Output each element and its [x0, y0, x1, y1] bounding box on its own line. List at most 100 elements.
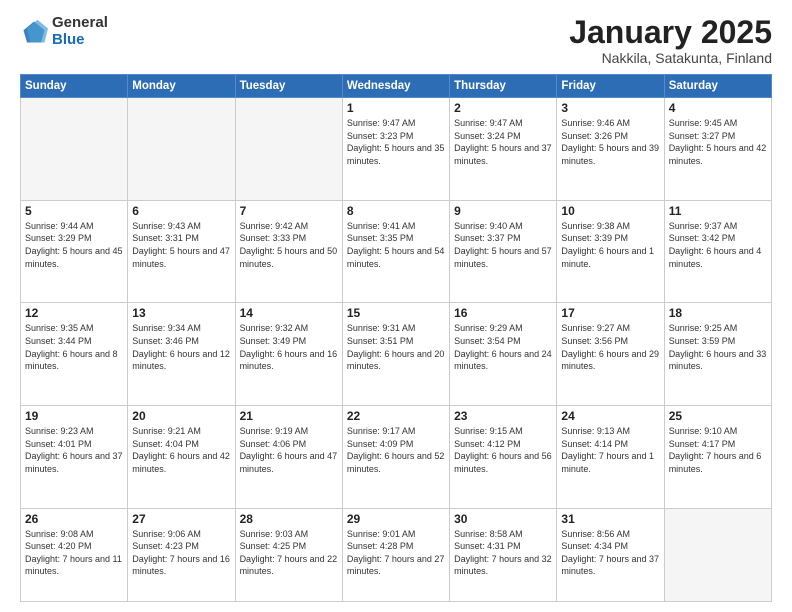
header-monday: Monday — [128, 75, 235, 98]
day-info: Sunrise: 9:13 AM Sunset: 4:14 PM Dayligh… — [561, 425, 659, 475]
day-number: 5 — [25, 204, 123, 218]
day-number: 30 — [454, 512, 552, 526]
day-number: 21 — [240, 409, 338, 423]
day-info: Sunrise: 9:42 AM Sunset: 3:33 PM Dayligh… — [240, 220, 338, 270]
day-number: 24 — [561, 409, 659, 423]
day-info: Sunrise: 9:27 AM Sunset: 3:56 PM Dayligh… — [561, 322, 659, 372]
day-number: 31 — [561, 512, 659, 526]
logo-icon — [20, 18, 48, 46]
day-info: Sunrise: 9:46 AM Sunset: 3:26 PM Dayligh… — [561, 117, 659, 167]
weekday-header-row: Sunday Monday Tuesday Wednesday Thursday… — [21, 75, 772, 98]
table-row: 19 Sunrise: 9:23 AM Sunset: 4:01 PM Dayli… — [21, 406, 128, 509]
location-subtitle: Nakkila, Satakunta, Finland — [569, 50, 772, 66]
page: General Blue January 2025 Nakkila, Satak… — [0, 0, 792, 612]
day-info: Sunrise: 9:47 AM Sunset: 3:24 PM Dayligh… — [454, 117, 552, 167]
table-row: 14 Sunrise: 9:32 AM Sunset: 3:49 PM Dayli… — [235, 303, 342, 406]
day-number: 17 — [561, 306, 659, 320]
day-info: Sunrise: 9:34 AM Sunset: 3:46 PM Dayligh… — [132, 322, 230, 372]
table-row: 20Sunrise: 9:21 AM Sunset: 4:04 PM Dayli… — [128, 406, 235, 509]
table-row: 3 Sunrise: 9:46 AM Sunset: 3:26 PM Daylig… — [557, 98, 664, 201]
day-info: Sunrise: 9:45 AM Sunset: 3:27 PM Dayligh… — [669, 117, 767, 167]
table-row: 12Sunrise: 9:35 AM Sunset: 3:44 PM Dayli… — [21, 303, 128, 406]
table-row — [21, 98, 128, 201]
day-number: 18 — [669, 306, 767, 320]
table-row: 13 Sunrise: 9:34 AM Sunset: 3:46 PM Dayli… — [128, 303, 235, 406]
table-row: 16 Sunrise: 9:29 AM Sunset: 3:54 PM Dayli… — [450, 303, 557, 406]
table-row: 21 Sunrise: 9:19 AM Sunset: 4:06 PM Dayli… — [235, 406, 342, 509]
table-row: 23 Sunrise: 9:15 AM Sunset: 4:12 PM Dayli… — [450, 406, 557, 509]
table-row: 1Sunrise: 9:47 AM Sunset: 3:23 PM Daylig… — [342, 98, 449, 201]
month-title: January 2025 — [569, 15, 772, 50]
logo-text: General Blue — [52, 15, 108, 48]
header-sunday: Sunday — [21, 75, 128, 98]
day-number: 9 — [454, 204, 552, 218]
table-row: 4 Sunrise: 9:45 AM Sunset: 3:27 PM Daylig… — [664, 98, 771, 201]
day-info: Sunrise: 9:17 AM Sunset: 4:09 PM Dayligh… — [347, 425, 445, 475]
table-row: 27 Sunrise: 9:06 AM Sunset: 4:23 PM Dayli… — [128, 508, 235, 601]
day-info: Sunrise: 9:23 AM Sunset: 4:01 PM Dayligh… — [25, 425, 123, 475]
header-saturday: Saturday — [664, 75, 771, 98]
day-info: Sunrise: 9:40 AM Sunset: 3:37 PM Dayligh… — [454, 220, 552, 270]
header-tuesday: Tuesday — [235, 75, 342, 98]
day-info: Sunrise: 9:31 AM Sunset: 3:51 PM Dayligh… — [347, 322, 445, 372]
table-row: 18 Sunrise: 9:25 AM Sunset: 3:59 PM Dayli… — [664, 303, 771, 406]
table-row — [235, 98, 342, 201]
day-number: 19 — [25, 409, 123, 423]
day-number: 15 — [347, 306, 445, 320]
table-row: 7 Sunrise: 9:42 AM Sunset: 3:33 PM Daylig… — [235, 200, 342, 303]
day-number: 16 — [454, 306, 552, 320]
day-number: 22 — [347, 409, 445, 423]
day-info: Sunrise: 9:10 AM Sunset: 4:17 PM Dayligh… — [669, 425, 767, 475]
header: General Blue January 2025 Nakkila, Satak… — [20, 15, 772, 66]
day-number: 6 — [132, 204, 230, 218]
table-row: 28 Sunrise: 9:03 AM Sunset: 4:25 PM Dayli… — [235, 508, 342, 601]
table-row: 22 Sunrise: 9:17 AM Sunset: 4:09 PM Dayli… — [342, 406, 449, 509]
day-info: Sunrise: 9:06 AM Sunset: 4:23 PM Dayligh… — [132, 528, 230, 578]
day-info: Sunrise: 9:35 AM Sunset: 3:44 PM Dayligh… — [25, 322, 123, 372]
header-friday: Friday — [557, 75, 664, 98]
logo: General Blue — [20, 15, 108, 48]
table-row: 29Sunrise: 9:01 AM Sunset: 4:28 PM Dayli… — [342, 508, 449, 601]
table-row: 11Sunrise: 9:37 AM Sunset: 3:42 PM Dayli… — [664, 200, 771, 303]
day-info: Sunrise: 8:56 AM Sunset: 4:34 PM Dayligh… — [561, 528, 659, 578]
day-number: 28 — [240, 512, 338, 526]
day-info: Sunrise: 9:41 AM Sunset: 3:35 PM Dayligh… — [347, 220, 445, 270]
table-row: 2Sunrise: 9:47 AM Sunset: 3:24 PM Daylig… — [450, 98, 557, 201]
table-row: 5 Sunrise: 9:44 AM Sunset: 3:29 PM Daylig… — [21, 200, 128, 303]
table-row: 6 Sunrise: 9:43 AM Sunset: 3:31 PM Daylig… — [128, 200, 235, 303]
day-number: 27 — [132, 512, 230, 526]
table-row: 17 Sunrise: 9:27 AM Sunset: 3:56 PM Dayli… — [557, 303, 664, 406]
day-info: Sunrise: 9:19 AM Sunset: 4:06 PM Dayligh… — [240, 425, 338, 475]
day-info: Sunrise: 9:01 AM Sunset: 4:28 PM Dayligh… — [347, 528, 445, 578]
day-info: Sunrise: 9:15 AM Sunset: 4:12 PM Dayligh… — [454, 425, 552, 475]
table-row: 10Sunrise: 9:38 AM Sunset: 3:39 PM Dayli… — [557, 200, 664, 303]
day-number: 20 — [132, 409, 230, 423]
day-number: 26 — [25, 512, 123, 526]
day-number: 8 — [347, 204, 445, 218]
day-number: 7 — [240, 204, 338, 218]
table-row: 30 Sunrise: 8:58 AM Sunset: 4:31 PM Dayli… — [450, 508, 557, 601]
table-row: 26 Sunrise: 9:08 AM Sunset: 4:20 PM Dayli… — [21, 508, 128, 601]
day-number: 1 — [347, 101, 445, 115]
day-number: 14 — [240, 306, 338, 320]
day-info: Sunrise: 9:29 AM Sunset: 3:54 PM Dayligh… — [454, 322, 552, 372]
table-row — [128, 98, 235, 201]
table-row: 31 Sunrise: 8:56 AM Sunset: 4:34 PM Dayli… — [557, 508, 664, 601]
calendar-table: Sunday Monday Tuesday Wednesday Thursday… — [20, 74, 772, 602]
day-number: 3 — [561, 101, 659, 115]
day-info: Sunrise: 9:08 AM Sunset: 4:20 PM Dayligh… — [25, 528, 123, 578]
day-number: 23 — [454, 409, 552, 423]
table-row: 15 Sunrise: 9:31 AM Sunset: 3:51 PM Dayli… — [342, 303, 449, 406]
day-info: Sunrise: 9:03 AM Sunset: 4:25 PM Dayligh… — [240, 528, 338, 578]
logo-general-text: General — [52, 15, 108, 32]
day-number: 4 — [669, 101, 767, 115]
logo-blue-text: Blue — [52, 32, 108, 49]
day-info: Sunrise: 9:44 AM Sunset: 3:29 PM Dayligh… — [25, 220, 123, 270]
day-number: 10 — [561, 204, 659, 218]
day-number: 13 — [132, 306, 230, 320]
day-info: Sunrise: 9:43 AM Sunset: 3:31 PM Dayligh… — [132, 220, 230, 270]
title-block: January 2025 Nakkila, Satakunta, Finland — [569, 15, 772, 66]
day-info: Sunrise: 9:32 AM Sunset: 3:49 PM Dayligh… — [240, 322, 338, 372]
day-info: Sunrise: 9:25 AM Sunset: 3:59 PM Dayligh… — [669, 322, 767, 372]
day-info: Sunrise: 8:58 AM Sunset: 4:31 PM Dayligh… — [454, 528, 552, 578]
